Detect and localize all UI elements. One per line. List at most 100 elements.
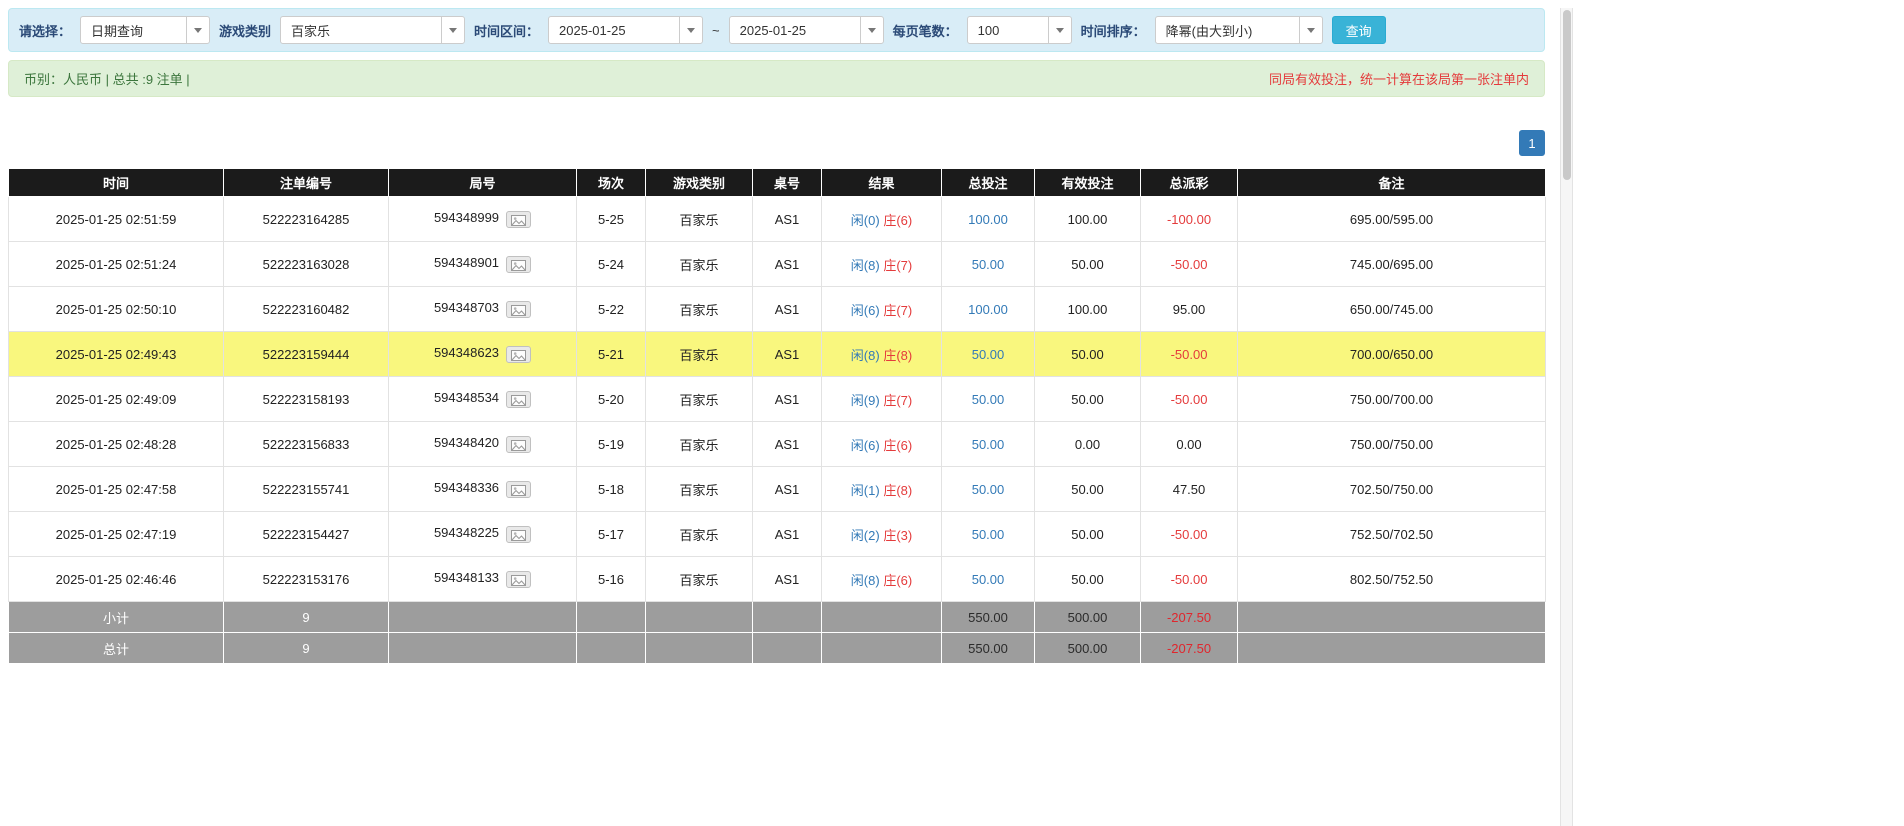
roadmap-icon[interactable] — [506, 480, 532, 498]
cell-note: 700.00/650.00 — [1237, 331, 1546, 377]
footer-empty-cell — [388, 632, 577, 664]
cell-time: 2025-01-25 02:51:24 — [8, 241, 224, 287]
time-sort-value: 降幂(由大到小) — [1165, 23, 1253, 39]
cell-total-bet[interactable]: 50.00 — [941, 376, 1035, 422]
page-size-select[interactable]: 100 — [966, 16, 1072, 44]
cell-payout: -50.00 — [1140, 241, 1238, 287]
cell-result: 闲(2) 庄(3) — [821, 511, 942, 557]
table-row[interactable]: 2025-01-25 02:51:24 522223163028 594348901… — [8, 241, 1546, 287]
table-row[interactable]: 2025-01-25 02:50:10 522223160482 594348703… — [8, 286, 1546, 332]
chevron-down-icon — [1298, 17, 1322, 43]
date-to-select[interactable]: 2025-01-25 — [728, 16, 884, 44]
cell-session: 5-21 — [576, 331, 646, 377]
summary-currency-count: 币别：人民币 | 总共 :9 注单 | — [24, 72, 190, 87]
cell-total-bet[interactable]: 100.00 — [941, 286, 1035, 332]
cell-time: 2025-01-25 02:51:59 — [8, 196, 224, 242]
cell-total-bet[interactable]: 50.00 — [941, 466, 1035, 512]
footer-payout: -207.50 — [1140, 601, 1238, 633]
page-1-button[interactable]: 1 — [1519, 130, 1545, 156]
game-type-select[interactable]: 百家乐 — [280, 16, 466, 44]
cell-table-number: AS1 — [752, 376, 822, 422]
cell-session: 5-22 — [576, 286, 646, 332]
cell-session: 5-24 — [576, 241, 646, 287]
cell-note: 702.50/750.00 — [1237, 466, 1546, 512]
roadmap-icon[interactable] — [506, 255, 532, 273]
query-type-select[interactable]: 日期查询 — [80, 16, 211, 44]
cell-total-bet[interactable]: 100.00 — [941, 196, 1035, 242]
footer-payout: -207.50 — [1140, 632, 1238, 664]
cell-table-number: AS1 — [752, 421, 822, 467]
roadmap-icon[interactable] — [506, 435, 532, 453]
cell-time: 2025-01-25 02:50:10 — [8, 286, 224, 332]
column-header: 注单编号 — [223, 168, 389, 197]
roadmap-icon[interactable] — [506, 570, 532, 588]
cell-valid-bet: 50.00 — [1034, 376, 1141, 422]
roadmap-icon[interactable] — [506, 345, 532, 363]
result-banker: 庄(6) — [883, 572, 913, 588]
footer-empty-cell — [1237, 632, 1546, 664]
cell-total-bet[interactable]: 50.00 — [941, 511, 1035, 557]
footer-label: 小计 — [8, 601, 224, 633]
round-id-text: 594348133 — [433, 570, 500, 586]
cell-total-bet[interactable]: 50.00 — [941, 421, 1035, 467]
cell-bet-id: 522223163028 — [223, 241, 389, 287]
roadmap-icon[interactable] — [506, 390, 532, 408]
cell-result: 闲(0) 庄(6) — [821, 196, 942, 242]
cell-valid-bet: 100.00 — [1034, 286, 1141, 332]
time-sort-select[interactable]: 降幂(由大到小) — [1154, 16, 1323, 44]
footer-valid-bet: 500.00 — [1034, 632, 1141, 664]
scrollbar-thumb[interactable] — [1563, 10, 1571, 180]
cell-table-number: AS1 — [752, 466, 822, 512]
table-row[interactable]: 2025-01-25 02:46:46 522223153176 594348133… — [8, 556, 1546, 602]
cell-total-bet[interactable]: 50.00 — [941, 241, 1035, 287]
cell-table-number: AS1 — [752, 331, 822, 377]
date-range-tilde: ~ — [712, 22, 720, 38]
time-sort-label: 时间排序： — [1080, 23, 1146, 39]
result-banker: 庄(8) — [883, 347, 913, 363]
footer-empty-cell — [821, 632, 942, 664]
game-type-value: 百家乐 — [291, 23, 331, 39]
result-player: 闲(6) — [850, 437, 880, 453]
cell-time: 2025-01-25 02:47:58 — [8, 466, 224, 512]
result-banker: 庄(7) — [883, 302, 913, 318]
footer-empty-cell — [1237, 601, 1546, 633]
vertical-scrollbar[interactable] — [1560, 8, 1573, 826]
cell-session: 5-19 — [576, 421, 646, 467]
cell-valid-bet: 50.00 — [1034, 466, 1141, 512]
result-player: 闲(9) — [850, 392, 880, 408]
roadmap-icon[interactable] — [506, 300, 532, 318]
date-from-select[interactable]: 2025-01-25 — [548, 16, 704, 44]
column-header: 有效投注 — [1034, 168, 1141, 197]
roadmap-icon[interactable] — [506, 210, 532, 228]
chevron-down-icon — [441, 17, 464, 43]
table-row[interactable]: 2025-01-25 02:48:28 522223156833 594348420… — [8, 421, 1546, 467]
cell-round-id: 594348703 — [388, 286, 577, 332]
cell-session: 5-20 — [576, 376, 646, 422]
cell-round-id: 594348623 — [388, 331, 577, 377]
cell-table-number: AS1 — [752, 241, 822, 287]
cell-table-number: AS1 — [752, 511, 822, 557]
cell-total-bet[interactable]: 50.00 — [941, 556, 1035, 602]
result-banker: 庄(7) — [883, 392, 913, 408]
cell-payout: -100.00 — [1140, 196, 1238, 242]
table-row[interactable]: 2025-01-25 02:49:43 522223159444 594348623… — [8, 331, 1546, 377]
cell-bet-id: 522223158193 — [223, 376, 389, 422]
cell-total-bet[interactable]: 50.00 — [941, 331, 1035, 377]
roadmap-icon[interactable] — [506, 525, 532, 543]
game-type-label: 游戏类别 — [219, 23, 272, 39]
subtotal-row: 小计 9 550.00 500.00 -207.50 — [8, 601, 1546, 633]
search-button[interactable]: 查询 — [1331, 16, 1386, 44]
table-row[interactable]: 2025-01-25 02:47:19 522223154427 594348225… — [8, 511, 1546, 557]
table-row[interactable]: 2025-01-25 02:49:09 522223158193 594348534… — [8, 376, 1546, 422]
cell-round-id: 594348534 — [388, 376, 577, 422]
table-row[interactable]: 2025-01-25 02:51:59 522223164285 594348999… — [8, 196, 1546, 242]
cell-table-number: AS1 — [752, 196, 822, 242]
cell-game-type: 百家乐 — [645, 421, 753, 467]
column-header: 时间 — [8, 168, 224, 197]
round-id-text: 594348336 — [433, 480, 500, 496]
table-row[interactable]: 2025-01-25 02:47:58 522223155741 594348336… — [8, 466, 1546, 512]
cell-round-id: 594348133 — [388, 556, 577, 602]
cell-valid-bet: 50.00 — [1034, 511, 1141, 557]
cell-note: 750.00/750.00 — [1237, 421, 1546, 467]
cell-note: 745.00/695.00 — [1237, 241, 1546, 287]
